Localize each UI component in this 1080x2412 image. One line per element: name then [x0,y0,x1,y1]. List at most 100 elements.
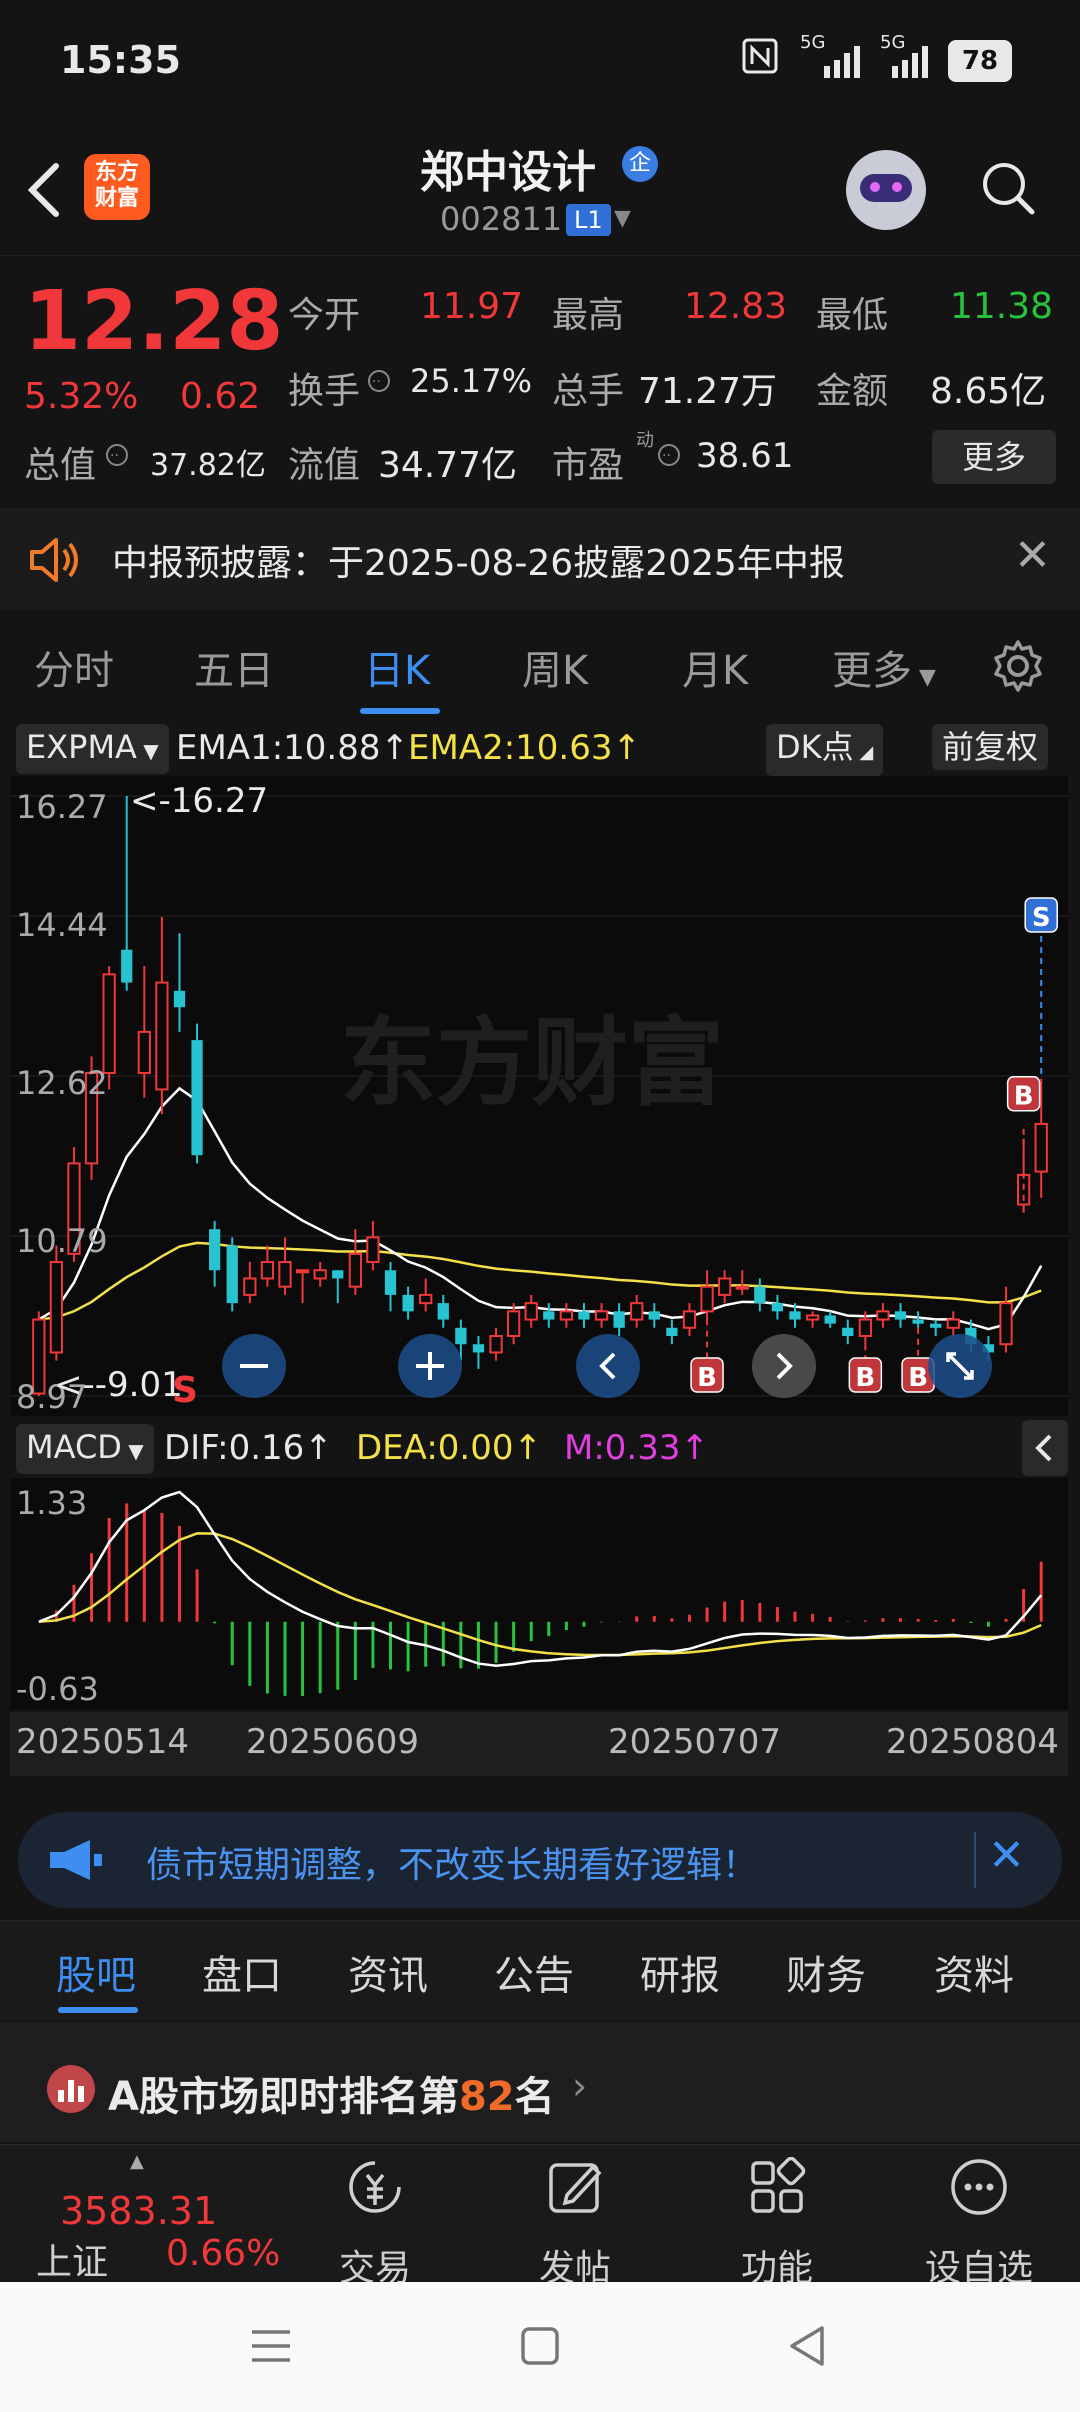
status-bar: 15:35 5G 5G 78 [0,0,1080,120]
tab-daily-k[interactable]: 日K [364,638,430,696]
chevron-down-icon[interactable]: ▼ [614,206,631,231]
edit-icon [549,2163,602,2213]
macd-svg: 1.33 -0.63 [10,1478,1068,1710]
nav-trade[interactable]: 交易 [300,2145,450,2289]
min-price-marker: <--9.01 [54,1365,183,1405]
triangle-up-icon: ▲ [130,2151,144,2172]
float-value: 34.77亿 [378,445,518,486]
candle-body [137,1030,151,1074]
app-logo-line1: 东方 [94,160,139,185]
turnover-label: 换手 [288,371,361,412]
high-label: 最高 [552,295,625,336]
settings-gear-icon[interactable] [990,638,1046,698]
amount-value: 8.65亿 [930,371,1047,412]
tab-news[interactable]: 资讯 [348,1943,428,2001]
ema1-text: EMA1:10.88 [176,728,381,768]
max-price-marker: <-16.27 [130,781,268,821]
close-icon[interactable]: ✕ [988,1830,1025,1881]
expma-selector[interactable]: EXPMA ▼ [16,724,169,774]
rank-suffix: 名 [514,2074,555,2120]
candle-body [313,1269,327,1280]
app-logo[interactable]: 东方 财富 [84,154,150,220]
back-nav-icon[interactable] [786,2324,826,2372]
tab-more[interactable]: 更多 ▼ [832,638,936,696]
candle-body [754,1286,766,1304]
m-value: M:0.33↑ [564,1428,709,1468]
watermark: 东方财富 [340,1007,724,1119]
system-navigation-bar [0,2282,1080,2412]
info-icon[interactable]: ·· [656,442,682,472]
adjust-button[interactable]: 前复权 [932,724,1049,770]
ema2-text: EMA2:10.63 [408,728,613,768]
tab-profile[interactable]: 资料 [934,1943,1014,2001]
battery-icon: 78 [948,40,1012,82]
tab-monthly-k[interactable]: 月K [682,638,748,696]
info-icon[interactable]: ·· [104,442,130,472]
fullscreen-button[interactable] [926,1332,994,1404]
ranking-row[interactable]: A股市场即时排名第82名 › [0,2022,1080,2142]
back-button[interactable] [24,160,68,220]
collapse-panel-button[interactable] [1022,1420,1068,1476]
grid-icon [751,2157,806,2213]
low-label: 最低 [816,295,889,336]
tab-finance[interactable]: 财务 [786,1943,866,2001]
menu-icon[interactable] [250,2326,292,2370]
candle-body [682,1310,697,1329]
level-badge[interactable]: L1 [566,204,611,236]
candle-body [578,1311,590,1320]
search-icon[interactable] [980,160,1035,215]
nav-add-watchlist[interactable]: 设自选 [904,2145,1054,2289]
candle-body [876,1310,890,1321]
indicator-name: EXPMA [26,728,137,766]
enterprise-badge-icon: 企 [622,146,658,182]
promo-banner[interactable]: 债市短期调整，不改变长期看好逻辑！ ✕ [18,1812,1062,1908]
mktcap-value: 37.82亿 [150,448,266,483]
macd-chart[interactable]: 1.33 -0.63 [10,1478,1068,1710]
candle-body [613,1311,625,1328]
candle-body [49,1261,64,1354]
scroll-left-button[interactable] [574,1332,642,1404]
candle-body [630,1302,644,1321]
zoom-in-button[interactable] [396,1332,464,1404]
tab-announcements[interactable]: 公告 [494,1943,574,2001]
candle-body [226,1245,238,1304]
announcement-bar[interactable]: 中报预披露：于2025-08-26披露2025年中报 ✕ [0,508,1080,610]
zoom-out-button[interactable] [220,1332,288,1404]
candle-body [348,1252,362,1288]
close-icon[interactable]: ✕ [1014,530,1051,581]
change-percent: 5.32% [24,376,139,417]
assistant-robot-icon[interactable] [846,150,926,230]
home-icon[interactable] [520,2326,560,2370]
ema1-value: EMA1:10.88↑ [176,728,409,768]
dif-value: DIF:0.16↑ [164,1428,333,1468]
kline-chart[interactable]: 东方财富 BBBBS 16.27 14.44 12.62 10.79 8.97 … [10,776,1068,1416]
info-icon[interactable]: ·· [366,368,392,398]
tab-research[interactable]: 研报 [640,1943,720,2001]
dk-point-button[interactable]: DK点 ◢ [766,724,884,776]
nav-post[interactable]: 发帖 [500,2145,650,2289]
candle-body [771,1303,784,1312]
promo-text: 债市短期调整，不改变长期看好逻辑！ [146,1845,759,1886]
y-label-1: 16.27 [16,788,108,826]
nav-functions[interactable]: 功能 [702,2145,852,2289]
candle-body [543,1311,555,1320]
tab-five-day[interactable]: 五日 [194,638,274,696]
candle-body [191,1040,203,1156]
candle-body [805,1314,820,1321]
stock-name[interactable]: 郑中设计 [420,136,596,200]
tab-weekly-k[interactable]: 周K [522,638,588,696]
macd-selector[interactable]: MACD ▼ [16,1424,154,1474]
more-button[interactable]: 更多 [932,430,1056,484]
buy-signal-letter: B [1014,1082,1034,1112]
ema2-arrow: ↑ [612,728,642,768]
mktcap-label: 总值 [24,445,97,486]
tab-pankou[interactable]: 盘口 [202,1943,282,2001]
volume-value: 71.27万 [638,371,778,412]
dif-text: DIF:0.16 [164,1428,305,1468]
index-value[interactable]: 3583.31 [60,2189,217,2233]
candle-body [666,1327,678,1336]
high-value: 12.83 [684,286,788,327]
tab-guba[interactable]: 股吧 [56,1943,136,2001]
tab-intraday[interactable]: 分时 [34,638,114,696]
scroll-right-button[interactable] [750,1332,818,1404]
